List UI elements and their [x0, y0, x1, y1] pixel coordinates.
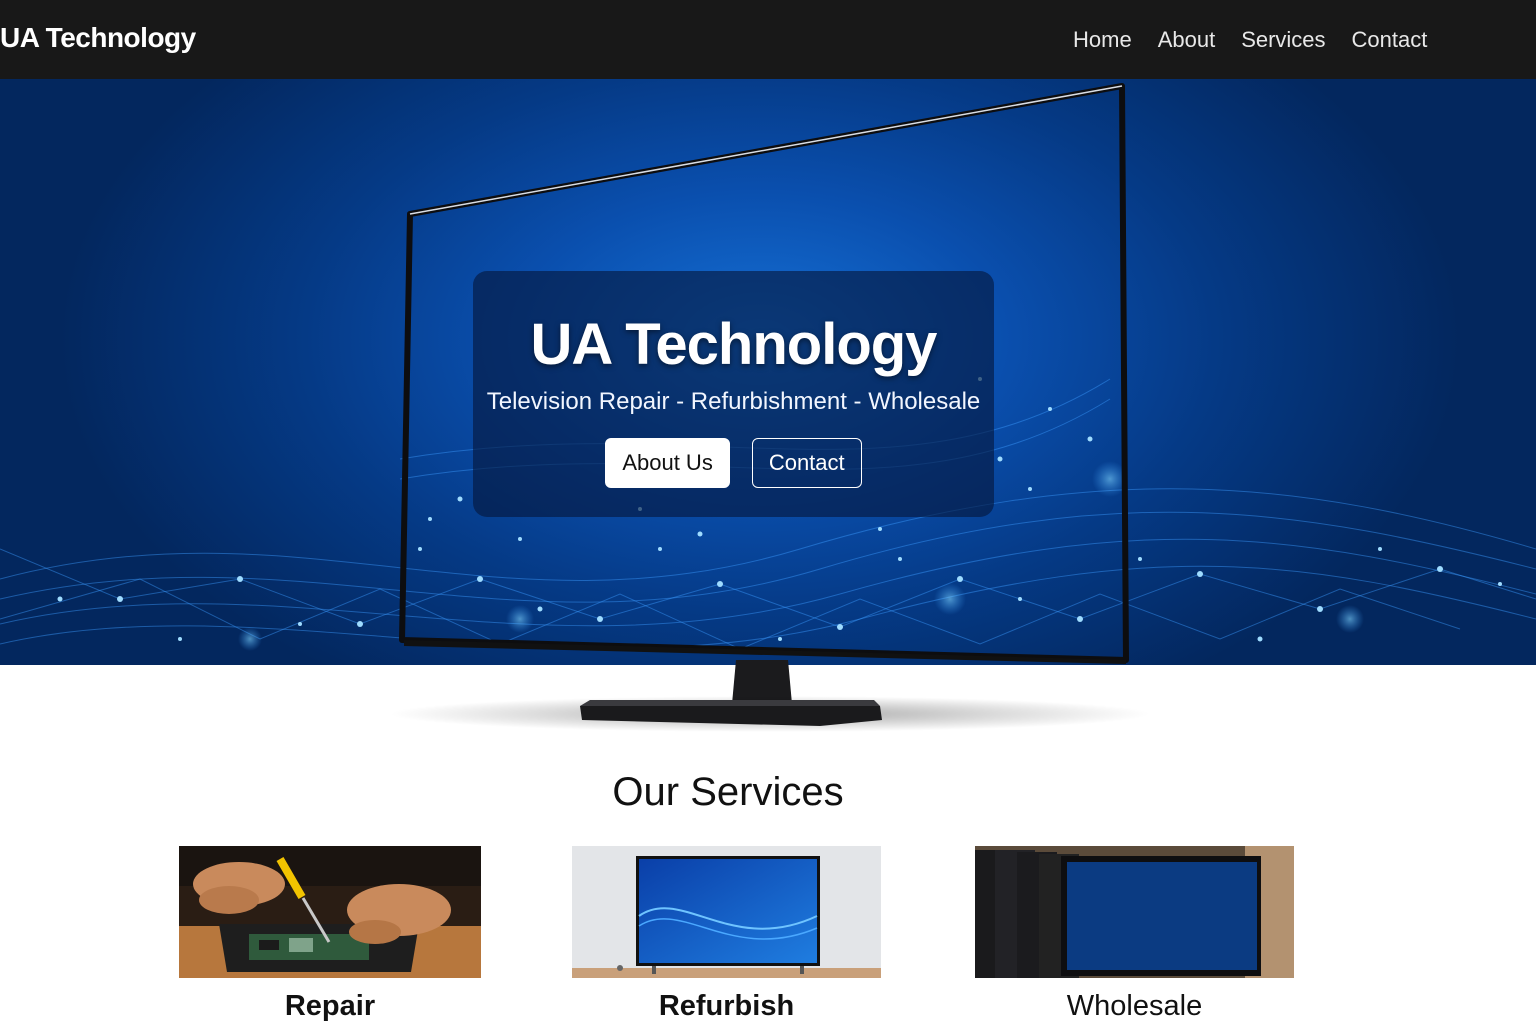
brand-logo-link[interactable]: UA Technology	[0, 22, 196, 54]
hero-card: UA Technology Television Repair - Refurb…	[473, 271, 994, 517]
nav-link-contact[interactable]: Contact	[1352, 27, 1428, 53]
nav-links: Home About Services Contact	[1073, 27, 1427, 53]
navbar: UA Technology Home About Services Contac…	[0, 0, 1536, 79]
refurbish-image	[572, 846, 881, 978]
hero-buttons: About Us Contact	[473, 438, 994, 488]
service-label-wholesale: Wholesale	[1066, 990, 1203, 1022]
service-label-repair: Repair	[284, 990, 376, 1022]
service-label-refurbish: Refurbish	[658, 990, 795, 1022]
nav-link-about[interactable]: About	[1158, 27, 1216, 53]
repair-image	[179, 846, 481, 978]
about-us-button[interactable]: About Us	[605, 438, 730, 488]
services-heading: Our Services	[612, 770, 844, 814]
contact-button[interactable]: Contact	[751, 438, 862, 488]
nav-link-services[interactable]: Services	[1241, 27, 1325, 53]
nav-link-home[interactable]: Home	[1073, 27, 1132, 53]
hero-title: UA Technology	[530, 312, 938, 377]
wholesale-image	[975, 846, 1294, 978]
hero-subtitle: Television Repair - Refurbishment - Whol…	[486, 388, 981, 415]
